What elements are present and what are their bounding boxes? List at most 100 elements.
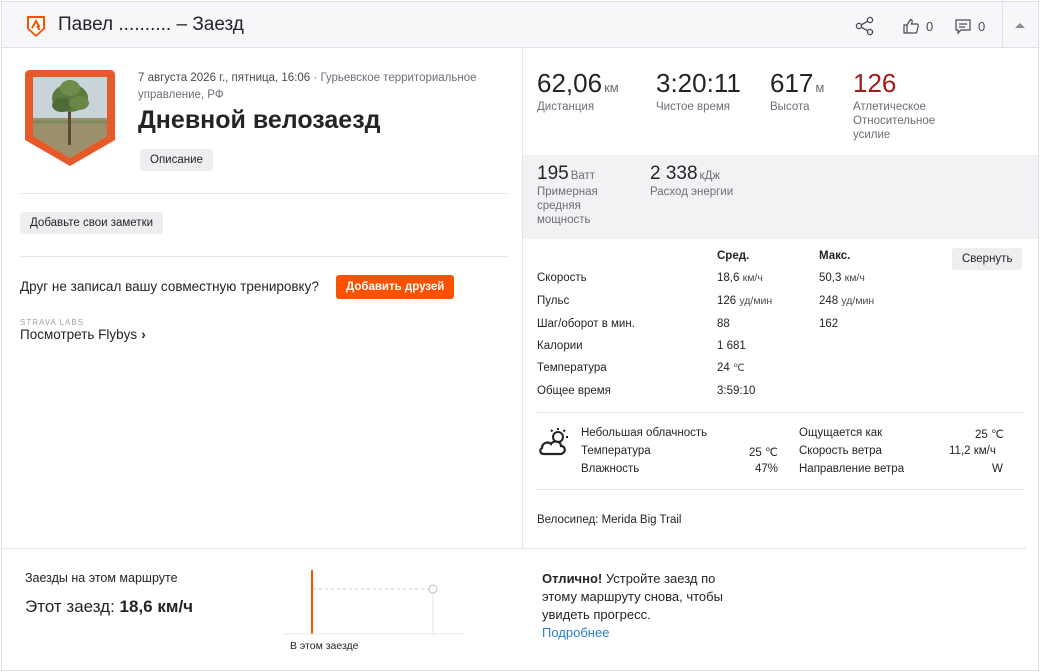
- activity-meta: 7 августа 2026 г., пятница, 16:06 · Гурь…: [138, 72, 477, 101]
- bike-name[interactable]: Merida Big Trail: [602, 514, 682, 526]
- weather-temp-value: 25 ℃: [749, 447, 778, 459]
- activity-card: Павел .......... – Заезд 0 0 7 августа 2…: [1, 1, 1039, 671]
- add-friends-button[interactable]: Добавить друзей: [336, 275, 455, 299]
- table-row: Температура 24 ℃: [537, 362, 1017, 384]
- chart-caption: В этом заезде: [290, 640, 359, 652]
- strava-labs-tag: STRAVA LABS: [20, 318, 85, 327]
- secondary-stats: 195 Ватт Примерная средняя мощность 2 338…: [523, 155, 1038, 239]
- stat-label: Дистанция: [537, 101, 595, 113]
- bike-info: Велосипед: Merida Big Trail: [537, 514, 681, 526]
- row-avg: 24: [717, 362, 730, 374]
- add-notes-button[interactable]: Добавьте свои заметки: [20, 212, 164, 234]
- row-label: Температура: [537, 362, 607, 374]
- description-button[interactable]: Описание: [140, 149, 213, 171]
- weather-wind-speed-label: Скорость ветра: [799, 445, 882, 457]
- comments-count: 0: [978, 18, 986, 34]
- row-max-unit: уд/мин: [841, 295, 875, 307]
- activity-summary: 7 августа 2026 г., пятница, 16:06 · Гурь…: [2, 48, 522, 548]
- thumbs-up-icon: [903, 18, 919, 34]
- this-ride-label: Этот заезд:: [25, 597, 115, 616]
- page-title: Павел .......... – Заезд: [58, 14, 244, 35]
- weather-feels-label: Ощущается как: [799, 427, 883, 439]
- divider: [20, 193, 507, 194]
- stat-moving-time: 3:20:11 Чистое время: [656, 68, 741, 114]
- weather-temp-label: Температура: [581, 445, 651, 457]
- row-avg-unit: км/ч: [742, 272, 763, 284]
- divider: [20, 256, 507, 257]
- stat-value: 62,06: [537, 68, 603, 98]
- activity-header: Павел .......... – Заезд 0 0: [2, 2, 1038, 48]
- stat-label: Чистое время: [656, 101, 730, 113]
- stat-label: Атлетическое Относительное усилие: [853, 101, 936, 141]
- weather-humidity-label: Влажность: [581, 463, 640, 475]
- route-efforts-label: Заезды на этом маршруте: [25, 571, 178, 585]
- divider: [2, 548, 1026, 549]
- this-ride-speed: Этот заезд: 18,6 км/ч: [25, 597, 193, 617]
- activity-datetime: 7 августа 2026 г., пятница, 16:06: [138, 72, 311, 84]
- ride-type-icon: [27, 16, 45, 37]
- stat-elevation: 617 м Высота: [770, 68, 824, 114]
- table-row: Общее время 3:59:10: [537, 385, 1017, 407]
- header-divider: [1002, 2, 1003, 47]
- row-label: Калории: [537, 340, 583, 352]
- collapse-stats-button[interactable]: Свернуть: [952, 248, 1023, 270]
- row-max: 162: [819, 318, 839, 330]
- col-header-avg: Сред.: [717, 250, 750, 262]
- chevron-up-icon[interactable]: [1014, 20, 1026, 30]
- route-progress-chart: В этом заезде: [284, 570, 464, 652]
- stat-distance: 62,06 км Дистанция: [537, 68, 619, 114]
- share-icon: [855, 16, 874, 36]
- avatar[interactable]: [24, 70, 116, 166]
- weather-feels-value: 25 ℃: [975, 429, 1004, 441]
- invite-text: Друг не записал вашу совместную трениров…: [20, 279, 319, 294]
- row-label: Шаг/оборот в мин.: [537, 318, 635, 330]
- row-avg-unit: ℃: [733, 362, 745, 374]
- row-avg: 88: [717, 318, 730, 330]
- stat-value: 195: [537, 163, 569, 184]
- learn-more-link[interactable]: Подробнее: [542, 625, 609, 640]
- share-button[interactable]: [854, 15, 876, 37]
- kudos-button[interactable]: 0: [902, 15, 933, 37]
- stat-unit: Ватт: [570, 170, 596, 182]
- table-row: Пульс 126 уд/мин 248 уд/мин: [537, 295, 1017, 317]
- weather-wind-dir-label: Направление ветра: [799, 463, 905, 475]
- table-row: Скорость 18,6 км/ч 50,3 км/ч: [537, 272, 1017, 294]
- future-ride-point: [428, 584, 438, 594]
- activity-stats: 62,06 км Дистанция 3:20:11 Чистое время 6…: [523, 48, 1038, 548]
- stat-unit: км: [604, 80, 619, 95]
- stat-value: 126: [853, 68, 897, 98]
- table-row: Шаг/оборот в мин. 88 162: [537, 318, 1017, 340]
- stat-label: Высота: [770, 101, 810, 113]
- row-avg: 1 681: [717, 340, 746, 352]
- weather-condition: Небольшая облачность: [581, 427, 708, 439]
- row-avg: 126: [717, 295, 737, 307]
- progress-tip-bold: Отлично!: [542, 571, 603, 586]
- row-label: Общее время: [537, 385, 611, 397]
- this-ride-value: 18,6 км/ч: [119, 597, 194, 616]
- weather-panel: Небольшая облачность Температура 25 ℃ Вл…: [537, 412, 1025, 490]
- stat-value: 3:20:11: [656, 68, 741, 98]
- weather-wind-dir-value: W: [992, 463, 1003, 475]
- row-avg: 18,6: [717, 272, 740, 284]
- stat-energy: 2 338 кДж Расход энергии: [650, 163, 733, 199]
- stat-power: 195 Ватт Примерная средняя мощность: [537, 163, 617, 227]
- weather-wind-speed-value: 11,2 км/ч: [949, 445, 996, 457]
- stat-label: Расход энергии: [650, 186, 734, 198]
- row-max: 248: [819, 295, 839, 307]
- activity-title: Дневной велозаезд: [138, 106, 381, 134]
- comments-button[interactable]: 0: [954, 15, 985, 37]
- row-label: Пульс: [537, 295, 570, 307]
- flybys-link[interactable]: Посмотреть Flybys ›: [20, 327, 146, 342]
- chevron-right-icon: ›: [141, 327, 146, 342]
- row-max-unit: км/ч: [844, 272, 865, 284]
- row-avg: 3:59:10: [717, 385, 756, 397]
- stat-value: 2 338: [650, 163, 698, 184]
- stat-unit: м: [815, 80, 825, 95]
- partly-cloudy-icon: [539, 428, 568, 456]
- progress-tip: Отлично! Устройте заезд по этому маршрут…: [542, 570, 752, 624]
- row-max: 50,3: [819, 272, 842, 284]
- stat-relative-effort[interactable]: 126 Атлетическое Относительное усилие: [853, 68, 963, 142]
- col-header-max: Макс.: [819, 250, 851, 262]
- kudos-count: 0: [926, 18, 934, 34]
- stat-label: Примерная средняя мощность: [537, 186, 598, 226]
